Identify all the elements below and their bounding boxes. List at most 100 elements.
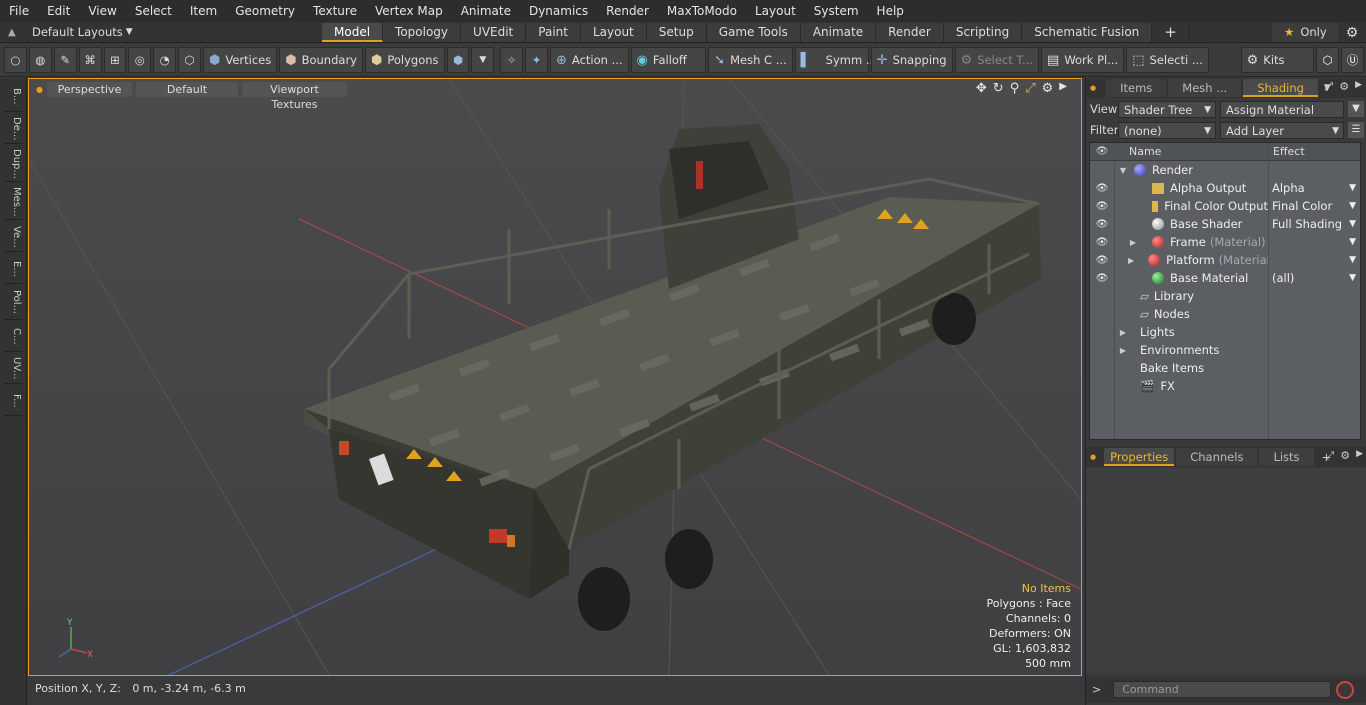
snapping-button[interactable]: ✛ Snapping [870,47,953,73]
visibility-eye-icon[interactable]: 👁 [1090,219,1114,230]
tree-row-nodes[interactable]: ▱ Nodes [1090,305,1360,323]
tab-animate[interactable]: Animate [800,22,877,42]
tab-paint[interactable]: Paint [526,22,581,42]
visibility-eye-icon[interactable]: 👁 [1090,273,1114,284]
alpha-output-effect[interactable]: Alpha ▼ [1268,179,1360,197]
frame-effect[interactable]: ▼ [1268,233,1360,251]
menu-animate[interactable]: Animate [452,0,520,22]
tree-row-bake-items[interactable]: Bake Items [1090,359,1360,377]
orbit-icon[interactable]: ↻ [993,81,1004,96]
tab-schematic-fusion[interactable]: Schematic Fusion [1022,22,1153,42]
platform-effect[interactable]: ▼ [1268,251,1360,269]
perspective-button[interactable]: Perspective [46,81,132,97]
view-dropdown[interactable]: Shader Tree ▼ [1118,100,1216,118]
rotate-icon[interactable]: ◔ [153,47,177,73]
base-material-effect[interactable]: (all) ▼ [1268,269,1360,287]
visibility-eye-icon[interactable]: 👁 [1090,201,1114,212]
unity-icon[interactable]: ⬡ [1316,47,1340,73]
menu-view[interactable]: View [79,0,125,22]
menu-layout[interactable]: Layout [746,0,805,22]
left-tab-deform[interactable]: De... [4,114,22,144]
tab-game-tools[interactable]: Game Tools [706,22,801,42]
add-tab-icon[interactable]: + [1152,22,1190,42]
boundary-button[interactable]: ⬢ Boundary [279,47,363,73]
expand-arrow-icon[interactable]: ▶ [1128,238,1138,247]
sym-x-icon[interactable]: ✧ [500,47,524,73]
menu-system[interactable]: System [805,0,868,22]
tab-render[interactable]: Render [876,22,944,42]
tab-topology[interactable]: Topology [383,22,462,42]
tab-mesh[interactable]: Mesh ... [1168,79,1242,97]
viewport-menu-dot[interactable]: ● [36,85,43,94]
tree-row-base-material[interactable]: 👁 Base Material (all) ▼ [1090,269,1360,287]
unreal-icon[interactable]: Ⓤ [1341,47,1364,73]
left-tab-curve[interactable]: C... [4,322,22,352]
grid-icon[interactable]: ⊞ [103,47,127,73]
list-options-icon[interactable]: ☰ [1348,122,1364,138]
tree-row-library[interactable]: ▱ Library [1090,287,1360,305]
gear-icon[interactable]: ⚙ [1338,25,1366,41]
menu-texture[interactable]: Texture [304,0,366,22]
tree-row-base-shader[interactable]: 👁 Base Shader Full Shading ▼ [1090,215,1360,233]
filter-dropdown[interactable]: (none) ▼ [1118,121,1216,139]
tree-row-render[interactable]: ▼ Render [1090,161,1360,179]
center-icon[interactable]: ◎ [128,47,152,73]
visibility-eye-icon[interactable]: 👁 [1090,237,1114,248]
menu-file[interactable]: File [0,0,38,22]
assign-material-button[interactable]: Assign Material [1220,100,1344,118]
left-tab-edge[interactable]: E... [4,254,22,284]
record-macro-icon[interactable] [1336,680,1355,699]
tree-row-lights[interactable]: ▶ Lights [1090,323,1360,341]
expand-arrow-icon[interactable]: ▶ [1118,328,1128,337]
menu-help[interactable]: Help [868,0,913,22]
pan-icon[interactable]: ✥ [976,81,987,96]
tab-shading[interactable]: Shading [1243,79,1318,97]
selection-sets-button[interactable]: ⬚ Selecti ... [1126,47,1209,73]
tree-row-fx[interactable]: 🎬 FX [1090,377,1360,395]
only-toggle[interactable]: ★ Only [1272,23,1338,42]
left-tab-polygon[interactable]: Pol... [4,286,22,320]
tab-model[interactable]: Model [322,22,384,42]
tree-row-alpha-output[interactable]: 👁 Alpha Output Alpha ▼ [1090,179,1360,197]
shading-style-button[interactable]: Default [135,81,238,97]
menu-render[interactable]: Render [597,0,658,22]
maximize-icon[interactable]: ⤢ [1324,80,1333,94]
properties-menu-dot[interactable]: ● [1090,453,1096,461]
tree-row-platform[interactable]: 👁 ▶ Platform(Material) ▼ [1090,251,1360,269]
tab-channels[interactable]: Channels [1176,448,1258,466]
panel-expand-icon[interactable]: ▶ [1355,80,1362,94]
command-input[interactable]: Command [1113,681,1332,698]
panel-expand-icon[interactable]: ▶ [1356,449,1363,463]
work-plane-button[interactable]: ▤ Work Pl... [1041,47,1125,73]
expand-right-icon[interactable]: ▶ [1059,81,1067,96]
tree-row-frame[interactable]: 👁 ▶ Frame (Material) ▼ [1090,233,1360,251]
left-tab-vertex[interactable]: Ve... [4,222,22,252]
dropdown-icon[interactable]: ▼ [471,47,495,73]
vertices-button[interactable]: ⬢ Vertices [203,47,278,73]
menu-vertex-map[interactable]: Vertex Map [366,0,452,22]
symmetry-button[interactable]: ▌ Symm ... [794,47,877,73]
menu-maxtomodo[interactable]: MaxToModo [658,0,746,22]
tree-row-final-color[interactable]: 👁 Final Color Output Final Color ▼ [1090,197,1360,215]
menu-edit[interactable]: Edit [38,0,79,22]
left-tab-basic[interactable]: B... [4,82,22,112]
name-column-header[interactable]: Name [1114,143,1268,160]
tab-uvedit[interactable]: UVEdit [461,22,527,42]
pen-icon[interactable]: ✎ [53,47,77,73]
tab-properties[interactable]: Properties [1104,448,1175,466]
tree-row-environments[interactable]: ▶ Environments [1090,341,1360,359]
viewport-settings-icon[interactable]: ⚙ [1042,81,1054,96]
fit-icon[interactable]: ⤢ [1025,81,1035,96]
menu-item[interactable]: Item [181,0,226,22]
collapse-arrow-icon[interactable]: ▼ [1118,166,1128,175]
zoom-icon[interactable]: ⚲ [1010,81,1020,96]
left-tab-mesh[interactable]: Mes... [4,184,22,220]
maximize-icon[interactable]: ⤢ [1325,449,1334,463]
shield-mode-icon[interactable]: ⬡ [178,47,201,73]
falloff-button[interactable]: ◉ Falloff [630,47,707,73]
tab-setup[interactable]: Setup [646,22,707,42]
polygons-button[interactable]: ⬢ Polygons [364,47,445,73]
panel-settings-icon[interactable]: ⚙ [1340,449,1350,463]
base-shader-effect[interactable]: Full Shading ▼ [1268,215,1360,233]
expand-arrow-icon[interactable]: ▶ [1118,346,1128,355]
